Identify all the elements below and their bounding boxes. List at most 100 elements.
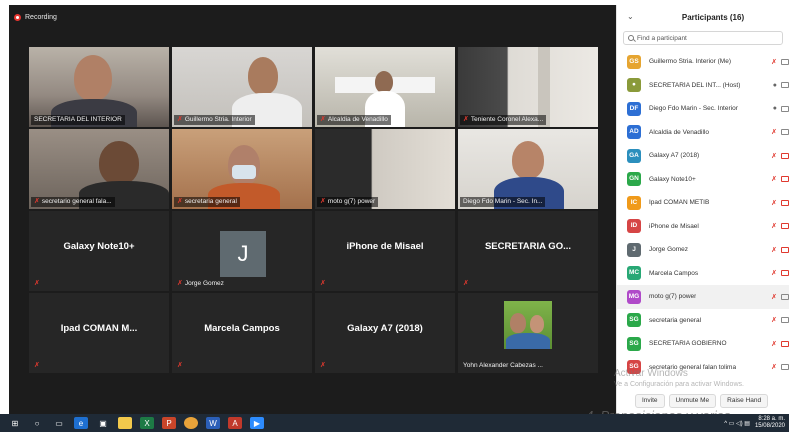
windows-taskbar: ⊞ ○ ▭ e ▣ X P W A ▶ ^ ▭ ◁) ▤ 8:28 a. m. …: [0, 414, 789, 432]
excel-icon[interactable]: X: [140, 417, 154, 429]
tile-nameplate: ✗: [317, 361, 329, 371]
tile-nameplate: ✗ moto g(7) power: [317, 197, 379, 207]
word-icon[interactable]: W: [206, 417, 220, 429]
participant-name: Jorge Gomez: [649, 246, 689, 254]
video-tile-ipad-coman[interactable]: Ipad COMAN M... ✗: [29, 293, 169, 373]
mic-muted-icon: ✗: [177, 280, 183, 287]
participant-row[interactable]: SG secretaria general ✗: [617, 309, 789, 333]
participant-name: iPhone de Misael: [649, 222, 699, 230]
video-tile-marcela-campos[interactable]: Marcela Campos ✗: [172, 293, 312, 373]
participant-row[interactable]: SG secretario general falan tolima ✗: [617, 356, 789, 380]
video-tile-moto-g7[interactable]: ✗ moto g(7) power: [315, 129, 455, 209]
participant-name: Marcela Campos: [649, 269, 699, 277]
search-icon[interactable]: ○: [30, 417, 44, 429]
video-tile-yohn-alexander[interactable]: Yohn Alexander Cabezas ...: [458, 293, 598, 373]
participant-name: Alcaldia de Venadillo: [649, 128, 709, 136]
mic-muted-icon: ✗: [771, 176, 777, 184]
tray-icons[interactable]: ^ ▭ ◁) ▤: [724, 420, 750, 427]
participant-name: Galaxy Note10+: [649, 175, 696, 183]
video-tile-jorge-gomez[interactable]: J ✗ Jorge Gomez: [172, 211, 312, 291]
mic-icon: ●: [772, 81, 777, 89]
video-tile-galaxy-a7[interactable]: Galaxy A7 (2018) ✗: [315, 293, 455, 373]
participant-name: Galaxy A7 (2018): [649, 152, 700, 160]
participant-row[interactable]: GS Guillermo Stria. Interior (Me) ✗: [617, 50, 789, 74]
recording-indicator[interactable]: Recording: [14, 11, 57, 23]
mic-muted-icon: ✗: [177, 362, 183, 369]
tile-nameplate: ✗ secretaria general: [174, 197, 240, 207]
store-icon[interactable]: ▣: [96, 417, 110, 429]
video-tile-guillermo[interactable]: ✗ Guillermo Stria. Interior: [172, 47, 312, 127]
windows-start-icon[interactable]: ⊞: [8, 417, 22, 429]
acrobat-icon[interactable]: A: [228, 417, 242, 429]
video-tile-secretaria-gobierno[interactable]: SECRETARIA GO... ✗: [458, 211, 598, 291]
participant-row[interactable]: J Jorge Gomez ✗: [617, 238, 789, 262]
avatar: J: [220, 231, 266, 277]
video-off-icon: [781, 340, 789, 347]
video-tile-teniente[interactable]: ✗ Teniente Coronel Alexa...: [458, 47, 598, 127]
tile-nameplate: ✗ Guillermo Stria. Interior: [174, 115, 255, 125]
chrome-icon[interactable]: [184, 417, 198, 429]
mic-muted-icon: ✗: [320, 362, 326, 369]
clock[interactable]: 8:28 a. m. 15/08/2020: [755, 416, 785, 430]
host-avatar: ●: [627, 78, 641, 93]
profile-photo: [504, 301, 552, 349]
powerpoint-icon[interactable]: P: [162, 417, 176, 429]
participant-name: secretario general falan tolima: [649, 363, 737, 371]
mic-muted-icon: ✗: [771, 129, 777, 137]
avatar: GA: [627, 148, 641, 163]
file-explorer-icon[interactable]: [118, 417, 132, 429]
participant-row[interactable]: GN Galaxy Note10+ ✗: [617, 168, 789, 192]
mic-muted-icon: ✗: [320, 198, 326, 205]
avatar: GN: [627, 172, 641, 187]
mic-muted-icon: ✗: [34, 362, 40, 369]
mic-muted-icon: ✗: [771, 246, 777, 254]
participant-search-input[interactable]: Find a participant: [623, 31, 783, 45]
participant-row[interactable]: MG moto g(7) power ✗: [617, 285, 789, 309]
participant-row[interactable]: ID iPhone de Misael ✗: [617, 215, 789, 239]
avatar: SG: [627, 336, 641, 351]
task-view-icon[interactable]: ▭: [52, 417, 66, 429]
unmute-me-button[interactable]: Unmute Me: [668, 394, 717, 408]
video-tile-alcaldia[interactable]: ✗ Alcaldia de Venadillo: [315, 47, 455, 127]
mic-muted-icon: ✗: [771, 364, 777, 372]
video-off-icon: [781, 223, 789, 230]
participant-row[interactable]: IC Ipad COMAN METIB ✗: [617, 191, 789, 215]
video-icon: [781, 82, 789, 89]
video-tile-diego-active-speaker[interactable]: Diego Fdo Marin - Sec. In...: [458, 129, 598, 209]
participant-row[interactable]: GA Galaxy A7 (2018) ✗: [617, 144, 789, 168]
video-tile-galaxy-note10[interactable]: Galaxy Note10+ ✗: [29, 211, 169, 291]
tile-nameplate: ✗ Jorge Gomez: [177, 280, 224, 287]
avatar: AD: [627, 125, 641, 140]
zoom-icon[interactable]: ▶: [250, 417, 264, 429]
record-icon: [14, 13, 21, 21]
participant-row[interactable]: MC Marcela Campos ✗: [617, 262, 789, 286]
participant-name: SECRETARÍA DEL INT... (Host): [649, 81, 741, 89]
avatar: MC: [627, 266, 641, 281]
participants-panel: ⌄ Participants (16) Find a participant G…: [616, 5, 789, 414]
mic-icon: ●: [772, 105, 777, 113]
chevron-down-icon[interactable]: ⌄: [627, 12, 634, 21]
edge-icon[interactable]: e: [74, 417, 88, 429]
avatar: IC: [627, 195, 641, 210]
tile-center-name: Galaxy Note10+: [63, 241, 135, 252]
invite-button[interactable]: Invite: [635, 394, 665, 408]
tile-nameplate: Diego Fdo Marin - Sec. In...: [460, 197, 546, 207]
avatar: DF: [627, 101, 641, 116]
video-icon: [781, 105, 789, 112]
raise-hand-button[interactable]: Raise Hand: [720, 394, 769, 408]
avatar: SG: [627, 313, 641, 328]
mic-muted-icon: ✗: [320, 280, 326, 287]
tile-center-name: SECRETARIA GO...: [484, 241, 572, 252]
tile-nameplate: ✗: [460, 279, 472, 289]
video-off-icon: [781, 246, 789, 253]
video-tile-iphone-misael[interactable]: iPhone de Misael ✗: [315, 211, 455, 291]
participant-row[interactable]: ● SECRETARÍA DEL INT... (Host) ●: [617, 74, 789, 98]
video-tile-secretaria-general[interactable]: ✗ secretaria general: [172, 129, 312, 209]
video-off-icon: [781, 270, 789, 277]
participant-row[interactable]: SG SECRETARIA GOBIERNO ✗: [617, 332, 789, 356]
participant-row[interactable]: AD Alcaldia de Venadillo ✗: [617, 121, 789, 145]
video-off-icon: [781, 176, 789, 183]
participant-row[interactable]: DF Diego Fdo Marin - Sec. Interior ●: [617, 97, 789, 121]
video-tile-secretario-general[interactable]: ✗ secretario general fala...: [29, 129, 169, 209]
video-tile-secretaria-del-interior[interactable]: SECRETARIA DEL INTERIOR: [29, 47, 169, 127]
